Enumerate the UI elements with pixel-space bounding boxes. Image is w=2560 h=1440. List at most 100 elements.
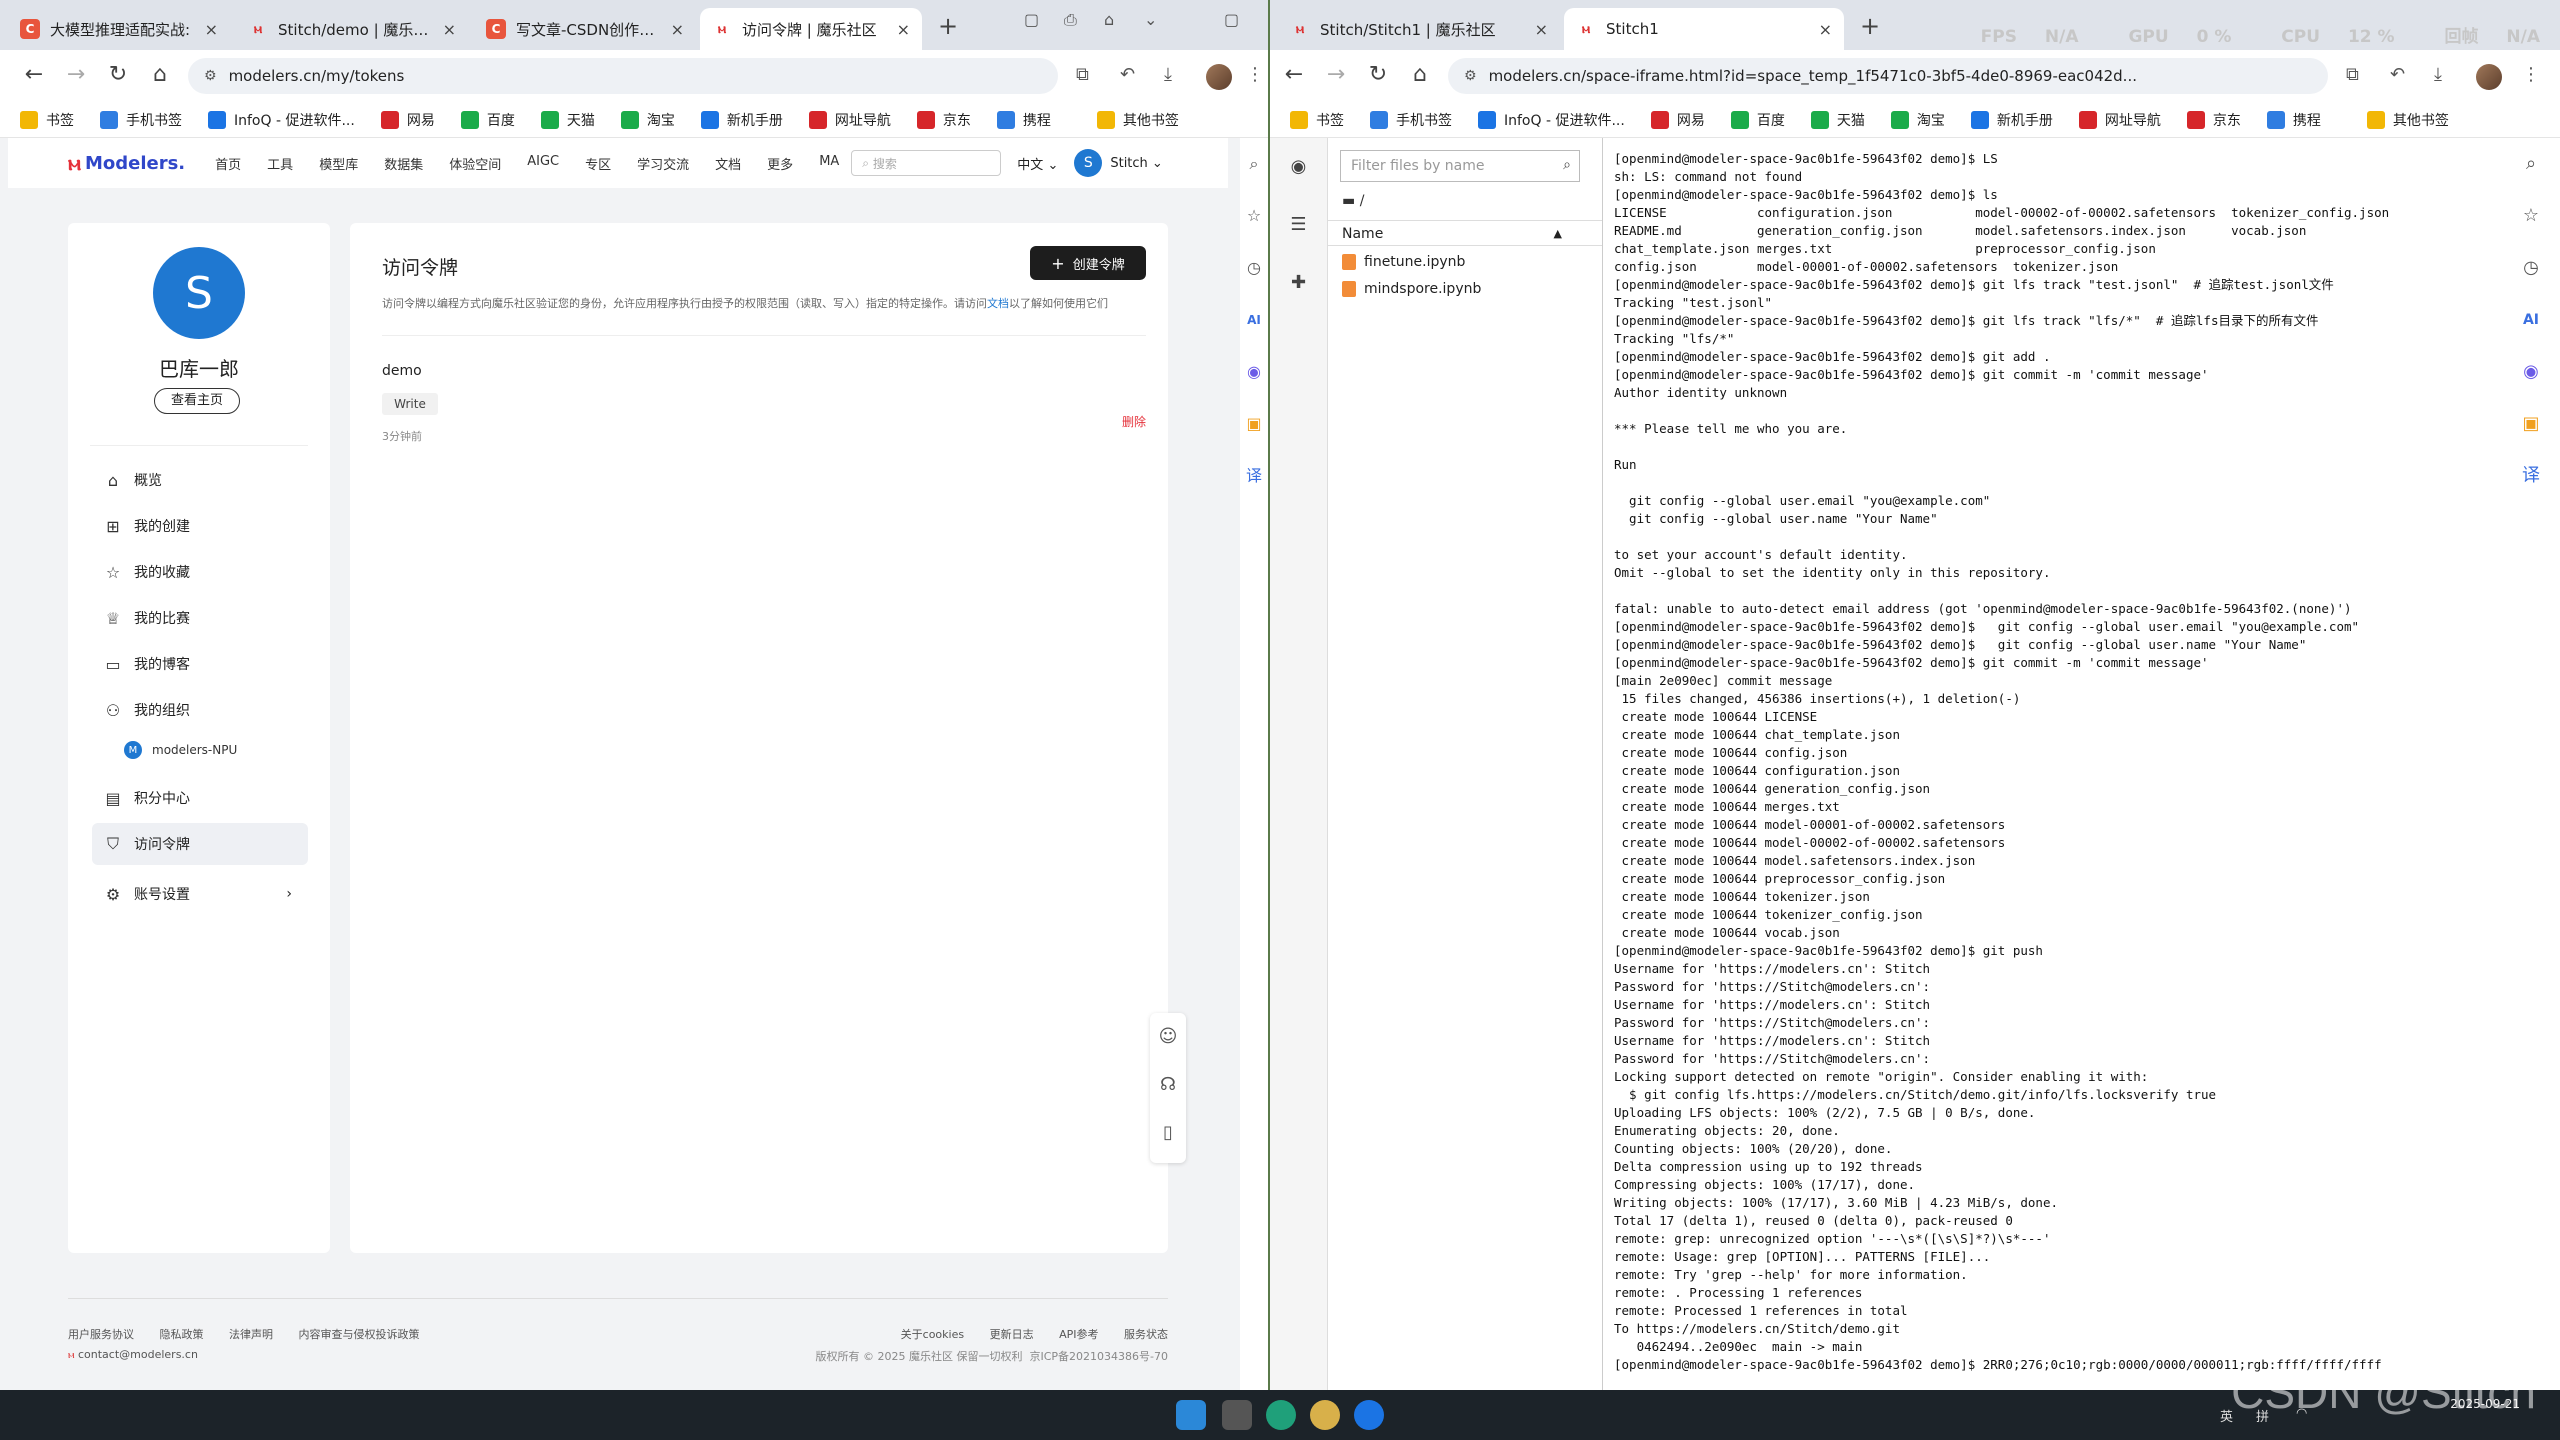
footer-link[interactable]: 服务状态 bbox=[1124, 1328, 1168, 1341]
tab-3-active[interactable]: ⲙ 访问令牌 | 魔乐社区 × bbox=[700, 8, 922, 50]
running-icon[interactable]: ◉ bbox=[1270, 138, 1327, 196]
back-icon[interactable]: ← bbox=[20, 62, 48, 87]
puzzle-icon[interactable]: ✚ bbox=[1270, 254, 1327, 312]
ai-icon[interactable]: AI bbox=[2502, 294, 2560, 346]
bookmark-item[interactable]: 京东 bbox=[916, 110, 971, 130]
close-icon[interactable]: × bbox=[443, 20, 456, 39]
tab-0[interactable]: C 大模型推理适配实战: × bbox=[8, 8, 230, 50]
new-tab-button[interactable]: + bbox=[1860, 12, 1880, 40]
bookmark-item[interactable]: InfoQ - 促进软件... bbox=[208, 110, 355, 130]
nav-item[interactable]: 数据集 bbox=[384, 154, 423, 173]
collapse-icon[interactable]: ⌄ bbox=[1144, 10, 1157, 29]
contact-email[interactable]: contact@modelers.cn bbox=[78, 1348, 198, 1361]
close-icon[interactable]: × bbox=[1819, 20, 1832, 39]
url-input[interactable]: ⚙ modelers.cn/space-iframe.html?id=space… bbox=[1448, 58, 2328, 94]
profile-avatar[interactable] bbox=[1206, 64, 1232, 90]
footer-link[interactable]: API参考 bbox=[1059, 1328, 1098, 1341]
user-menu[interactable]: S Stitch ⌄ bbox=[1074, 149, 1163, 177]
extension-icon[interactable]: ⌂ bbox=[1104, 10, 1114, 29]
extensions-icon[interactable]: ⧉ bbox=[2346, 64, 2359, 85]
nav-item[interactable]: 文档 bbox=[715, 154, 741, 173]
close-icon[interactable]: × bbox=[205, 20, 218, 39]
tab-search-icon[interactable]: ▢ bbox=[1024, 10, 1039, 29]
bookmark-item[interactable]: 天猫 bbox=[1810, 110, 1865, 130]
new-tab-button[interactable]: + bbox=[938, 12, 958, 40]
file-filter-input[interactable]: Filter files by name ⌕ bbox=[1340, 150, 1580, 182]
file-item[interactable]: finetune.ipynb bbox=[1342, 254, 1465, 270]
breadcrumb[interactable]: ▬ / bbox=[1342, 193, 1364, 209]
nav-item[interactable]: 体验空间 bbox=[449, 154, 501, 173]
icp-text[interactable]: 京ICP备2021034386号-70 bbox=[1029, 1350, 1168, 1363]
bookmark-item[interactable]: 百度 bbox=[1730, 110, 1785, 130]
bag-icon[interactable]: ▣ bbox=[1240, 398, 1268, 450]
footer-link[interactable]: 内容审查与侵权投诉政策 bbox=[299, 1328, 420, 1341]
bookmark-item[interactable]: 书签 bbox=[20, 110, 74, 130]
sidebar-item-org-npu[interactable]: Mmodelers-NPU bbox=[92, 735, 308, 765]
bookmark-item[interactable]: 淘宝 bbox=[620, 110, 675, 130]
back-icon[interactable]: ← bbox=[1280, 62, 1308, 87]
footer-link[interactable]: 用户服务协议 bbox=[68, 1328, 134, 1341]
tab-group-icon[interactable]: ⎙ bbox=[1064, 10, 1077, 30]
sidebar-item-overview[interactable]: ⌂ 概览 bbox=[92, 459, 308, 501]
home-icon[interactable]: ⌂ bbox=[146, 62, 174, 87]
undo-icon[interactable]: ↶ bbox=[1120, 64, 1135, 85]
home-icon[interactable]: ⌂ bbox=[1406, 62, 1434, 87]
delete-token-link[interactable]: 删除 bbox=[1122, 413, 1146, 430]
taskview-icon[interactable] bbox=[1222, 1400, 1252, 1430]
bookmark-item[interactable]: 新机手册 bbox=[1970, 110, 2053, 130]
nav-item[interactable]: 首页 bbox=[215, 154, 241, 173]
history-icon[interactable]: ◷ bbox=[2502, 242, 2560, 294]
bookmark-item[interactable]: 百度 bbox=[460, 110, 515, 130]
nav-item[interactable]: 模型库 bbox=[319, 154, 358, 173]
bookmark-item[interactable]: 网易 bbox=[380, 110, 435, 130]
file-list-header[interactable]: Name ▲ bbox=[1328, 220, 1602, 246]
game-icon[interactable]: ◉ bbox=[1240, 346, 1268, 398]
bookmark-item[interactable]: 京东 bbox=[2186, 110, 2241, 130]
bookmark-item[interactable]: 其他书签 bbox=[1096, 110, 1179, 130]
close-icon[interactable]: × bbox=[671, 20, 684, 39]
bookmark-item[interactable]: 网址导航 bbox=[2078, 110, 2161, 130]
translate-icon[interactable]: 译 bbox=[1240, 450, 1268, 502]
edge-icon[interactable] bbox=[1266, 1400, 1296, 1430]
tab-1-active[interactable]: ⲙ Stitch1 × bbox=[1564, 8, 1844, 50]
tab-2[interactable]: C 写文章-CSDN创作中心 × bbox=[474, 8, 696, 50]
menu-icon[interactable]: ⋮ bbox=[2522, 64, 2540, 85]
tab-0[interactable]: ⲙ Stitch/Stitch1 | 魔乐社区 × bbox=[1278, 8, 1560, 50]
bookmark-item[interactable]: 天猫 bbox=[540, 110, 595, 130]
sidebar-item-points[interactable]: ▤ 积分中心 bbox=[92, 777, 308, 819]
nav-item[interactable]: 更多 bbox=[767, 154, 793, 173]
bookmark-item[interactable]: 手机书签 bbox=[1370, 110, 1452, 130]
sidebar-item-tokens[interactable]: ⛉ 访问令牌 bbox=[92, 823, 308, 865]
undo-icon[interactable]: ↶ bbox=[2390, 64, 2405, 85]
footer-link[interactable]: 关于cookies bbox=[901, 1328, 964, 1341]
history-icon[interactable]: ◷ bbox=[1240, 242, 1268, 294]
browser-icon[interactable] bbox=[1354, 1400, 1384, 1430]
close-icon[interactable]: × bbox=[897, 20, 910, 39]
bookmark-item[interactable]: 网址导航 bbox=[808, 110, 891, 130]
download-icon[interactable]: ⤓ bbox=[1164, 64, 1172, 85]
reload-icon[interactable]: ↻ bbox=[1364, 62, 1392, 87]
ai-icon[interactable]: AI bbox=[1240, 294, 1268, 346]
translate-icon[interactable]: 译 bbox=[2502, 450, 2560, 502]
file-item[interactable]: mindspore.ipynb bbox=[1342, 281, 1481, 297]
sidebar-item-account-settings[interactable]: ⚙ 账号设置 › bbox=[92, 873, 308, 915]
phone-icon[interactable]: ▯ bbox=[1150, 1109, 1186, 1157]
reload-icon[interactable]: ↻ bbox=[104, 62, 132, 87]
bookmark-item[interactable]: 携程 bbox=[2266, 110, 2321, 130]
bookmark-item[interactable]: 网易 bbox=[1650, 110, 1705, 130]
docs-link[interactable]: 文档 bbox=[987, 297, 1009, 310]
create-token-button[interactable]: + 创建令牌 bbox=[1030, 246, 1146, 280]
bag-icon[interactable]: ▣ bbox=[2502, 398, 2560, 450]
bookmark-item[interactable]: 携程 bbox=[996, 110, 1051, 130]
forward-icon[interactable]: → bbox=[62, 62, 90, 87]
smile-icon[interactable]: ☺ bbox=[1150, 1013, 1186, 1061]
download-icon[interactable]: ⤓ bbox=[2434, 64, 2442, 85]
language-select[interactable]: 中文 ⌄ bbox=[1017, 154, 1058, 173]
close-icon[interactable]: × bbox=[1535, 20, 1548, 39]
site-logo[interactable]: ⲙ Modelers. bbox=[68, 151, 185, 176]
nav-item[interactable]: 工具 bbox=[267, 154, 293, 173]
sidebar-item-blogs[interactable]: ▭ 我的博客 bbox=[92, 643, 308, 685]
star-icon[interactable]: ☆ bbox=[1240, 190, 1268, 242]
nav-item[interactable]: MA bbox=[819, 154, 839, 173]
bookmark-item[interactable]: 新机手册 bbox=[700, 110, 783, 130]
